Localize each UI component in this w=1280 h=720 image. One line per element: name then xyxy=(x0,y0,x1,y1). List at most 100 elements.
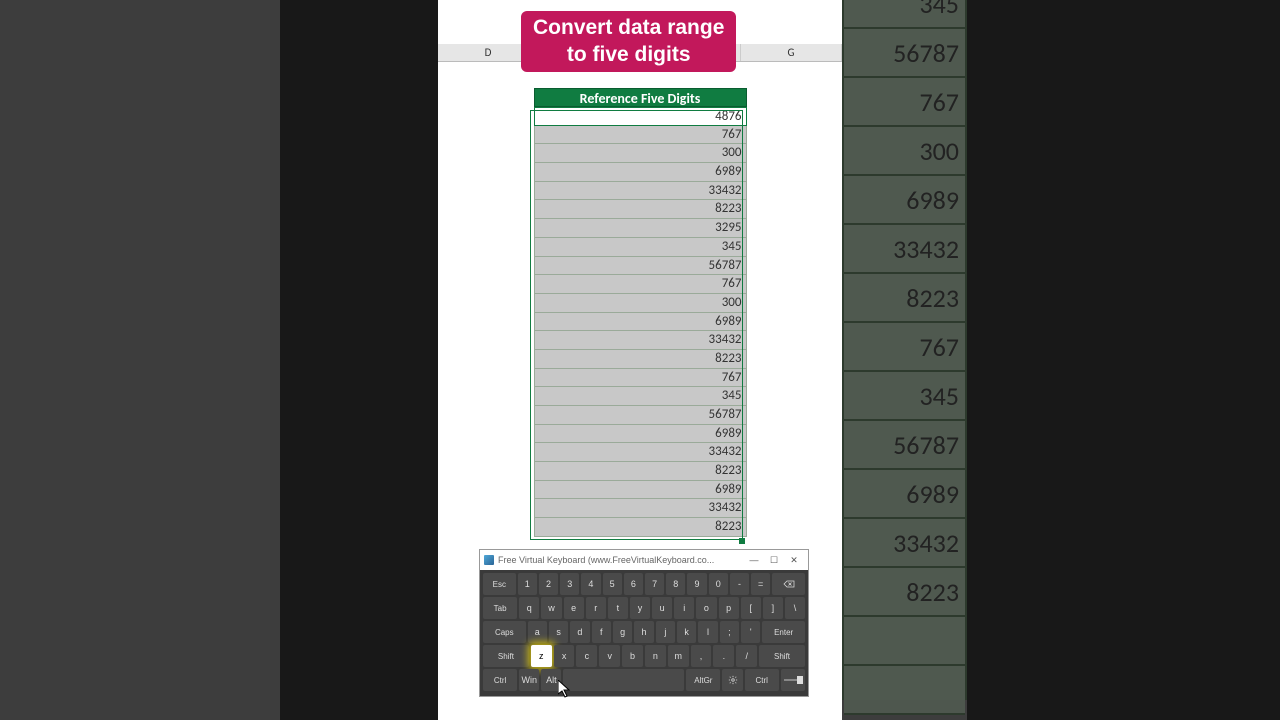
bg-cell: 6989 xyxy=(844,176,965,225)
close-button[interactable]: ✕ xyxy=(784,551,804,569)
key-n[interactable]: n xyxy=(645,645,666,667)
key-space[interactable] xyxy=(563,669,684,691)
data-cell[interactable]: 767 xyxy=(534,369,747,388)
data-cell[interactable]: 6989 xyxy=(534,425,747,444)
key-i[interactable]: i xyxy=(674,597,694,619)
key-m[interactable]: m xyxy=(668,645,689,667)
key-c[interactable]: c xyxy=(576,645,597,667)
title-banner: Convert data range to five digits xyxy=(521,11,736,72)
minimize-button[interactable]: — xyxy=(744,551,764,569)
key-win[interactable]: Win xyxy=(519,669,539,691)
data-cell[interactable]: 345 xyxy=(534,387,747,406)
key-b[interactable]: b xyxy=(622,645,643,667)
data-cell[interactable]: 8223 xyxy=(534,462,747,481)
data-cell[interactable]: 6989 xyxy=(534,313,747,332)
key-0[interactable]: 0 xyxy=(709,573,728,595)
keyboard-titlebar[interactable]: Free Virtual Keyboard (www.FreeVirtualKe… xyxy=(480,550,808,570)
key-l[interactable]: l xyxy=(698,621,717,643)
data-cell[interactable]: 56787 xyxy=(534,257,747,276)
key-f[interactable]: f xyxy=(592,621,611,643)
col-header-g[interactable]: G xyxy=(741,44,842,61)
key-comma[interactable]: , xyxy=(691,645,712,667)
key-o[interactable]: o xyxy=(696,597,716,619)
bg-cell: 8223 xyxy=(844,568,965,617)
key-semicolon[interactable]: ; xyxy=(720,621,739,643)
key-3[interactable]: 3 xyxy=(560,573,579,595)
key-ctrl-left[interactable]: Ctrl xyxy=(483,669,517,691)
key-e[interactable]: e xyxy=(564,597,584,619)
data-cell[interactable]: 8223 xyxy=(534,200,747,219)
key-g[interactable]: g xyxy=(613,621,632,643)
key-t[interactable]: t xyxy=(608,597,628,619)
key-8[interactable]: 8 xyxy=(666,573,685,595)
data-cell[interactable]: 8223 xyxy=(534,518,747,537)
key-s[interactable]: s xyxy=(549,621,568,643)
key-v[interactable]: v xyxy=(599,645,620,667)
data-cell[interactable]: 33432 xyxy=(534,499,747,518)
data-cell[interactable]: 33432 xyxy=(534,331,747,350)
maximize-button[interactable]: ☐ xyxy=(764,551,784,569)
key-k[interactable]: k xyxy=(677,621,696,643)
key-rbracket[interactable]: ] xyxy=(763,597,783,619)
data-cell[interactable]: 56787 xyxy=(534,406,747,425)
key-x[interactable]: x xyxy=(554,645,575,667)
data-cell[interactable]: 767 xyxy=(534,275,747,294)
data-cell[interactable]: 767 xyxy=(534,126,747,145)
data-cell[interactable]: 4876 xyxy=(534,107,747,126)
data-cell[interactable]: 8223 xyxy=(534,350,747,369)
data-cell[interactable]: 3295 xyxy=(534,219,747,238)
key-alt-left[interactable]: Alt xyxy=(541,669,561,691)
key-y[interactable]: y xyxy=(630,597,650,619)
key-enter[interactable]: Enter xyxy=(762,621,805,643)
key-minus[interactable]: - xyxy=(730,573,749,595)
key-h[interactable]: h xyxy=(634,621,653,643)
bg-cell: 6989 xyxy=(844,470,965,519)
data-cell[interactable]: 33432 xyxy=(534,182,747,201)
key-ctrl-right[interactable]: Ctrl xyxy=(745,669,779,691)
key-backslash[interactable]: \ xyxy=(785,597,805,619)
key-a[interactable]: a xyxy=(528,621,547,643)
key-lbracket[interactable]: [ xyxy=(741,597,761,619)
key-2[interactable]: 2 xyxy=(539,573,558,595)
key-shift-left[interactable]: Shift xyxy=(483,645,529,667)
key-equals[interactable]: = xyxy=(751,573,770,595)
data-table: Reference Five Digits 4876 767 300 6989 … xyxy=(534,88,747,537)
key-quote[interactable]: ' xyxy=(741,621,760,643)
data-cell[interactable]: 6989 xyxy=(534,163,747,182)
key-backspace[interactable] xyxy=(772,573,805,595)
key-settings[interactable] xyxy=(722,669,742,691)
key-altgr[interactable]: AltGr xyxy=(686,669,720,691)
key-d[interactable]: d xyxy=(570,621,589,643)
key-z[interactable]: z xyxy=(531,645,552,667)
key-u[interactable]: u xyxy=(652,597,672,619)
selection-fill-handle[interactable] xyxy=(739,538,745,544)
key-p[interactable]: p xyxy=(719,597,739,619)
data-cell[interactable]: 300 xyxy=(534,144,747,163)
keyboard-opacity-slider[interactable] xyxy=(781,669,805,691)
data-cell[interactable]: 345 xyxy=(534,238,747,257)
bg-cell: 33432 xyxy=(844,519,965,568)
key-1[interactable]: 1 xyxy=(518,573,537,595)
data-cell[interactable]: 6989 xyxy=(534,481,747,500)
key-caps[interactable]: Caps xyxy=(483,621,526,643)
key-6[interactable]: 6 xyxy=(624,573,643,595)
key-7[interactable]: 7 xyxy=(645,573,664,595)
key-period[interactable]: . xyxy=(713,645,734,667)
keyboard-row-5: Ctrl Win Alt AltGr Ctrl xyxy=(483,669,805,691)
keyboard-body: Esc 1 2 3 4 5 6 7 8 9 0 - = Tab q w e r … xyxy=(480,570,808,696)
bg-cell: 8223 xyxy=(844,274,965,323)
key-5[interactable]: 5 xyxy=(603,573,622,595)
data-cell[interactable]: 300 xyxy=(534,294,747,313)
key-4[interactable]: 4 xyxy=(581,573,600,595)
key-esc[interactable]: Esc xyxy=(483,573,516,595)
key-slash[interactable]: / xyxy=(736,645,757,667)
key-9[interactable]: 9 xyxy=(687,573,706,595)
key-w[interactable]: w xyxy=(541,597,561,619)
key-r[interactable]: r xyxy=(586,597,606,619)
key-tab[interactable]: Tab xyxy=(483,597,517,619)
table-header-cell[interactable]: Reference Five Digits xyxy=(534,88,747,107)
data-cell[interactable]: 33432 xyxy=(534,443,747,462)
key-j[interactable]: j xyxy=(656,621,675,643)
key-shift-right[interactable]: Shift xyxy=(759,645,805,667)
key-q[interactable]: q xyxy=(519,597,539,619)
